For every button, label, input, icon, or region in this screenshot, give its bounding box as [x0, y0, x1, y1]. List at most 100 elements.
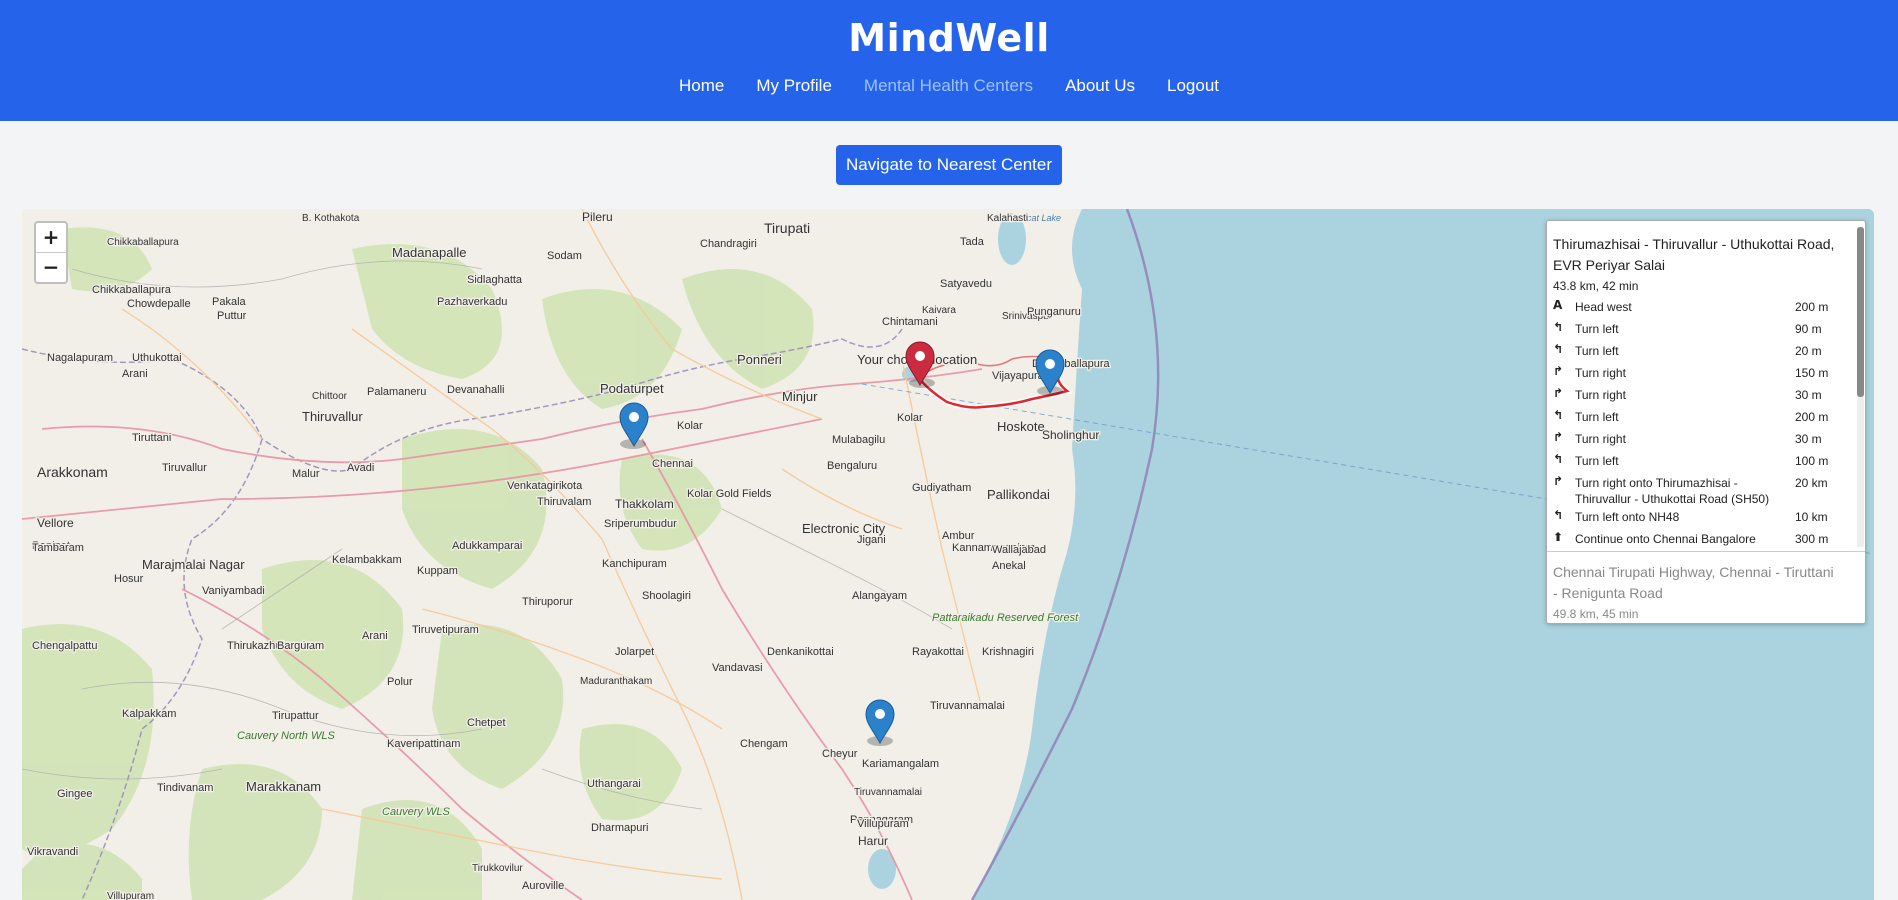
place-label: Chengam	[740, 738, 788, 750]
place-label: Bengaluru	[827, 460, 877, 472]
zoom-out-button[interactable]: −	[36, 252, 66, 282]
main-nav: Home My Profile Mental Health Centers Ab…	[0, 76, 1898, 96]
place-label: Arani	[362, 630, 388, 642]
place-label: Punganuru	[1027, 306, 1081, 318]
place-label: Tirupattur	[272, 710, 319, 722]
place-label: Chennai	[652, 458, 693, 470]
instructions-scrollbar[interactable]	[1857, 227, 1864, 547]
route-instructions: A Head west 200 m ↰ Turn left 90 m ↰ Turn left 2…	[1547, 297, 1865, 551]
place-label: Madanapalle	[392, 245, 466, 260]
instruction-distance: 30 m	[1795, 388, 1822, 402]
instruction-text: Turn right onto Thirumazhisai - Thiruval…	[1575, 476, 1770, 506]
nav-home[interactable]: Home	[679, 76, 724, 96]
place-label: Dharmapuri	[591, 822, 648, 834]
instruction-distance: 200 m	[1795, 300, 1829, 314]
route-instruction[interactable]: ↰ Turn left 200 m	[1553, 407, 1851, 429]
turn-left-icon: ↰	[1553, 408, 1564, 422]
place-label: Kolar	[677, 420, 703, 432]
place-label: Tiruvannamalai	[930, 700, 1005, 712]
route-instruction[interactable]: ⬆ Continue onto Chennai Bangalore 300 m	[1553, 529, 1851, 551]
route-alternative-secondary[interactable]: Chennai Tirupati Highway, Chennai - Tiru…	[1547, 551, 1865, 623]
nav-about-us[interactable]: About Us	[1065, 76, 1135, 96]
route-instruction[interactable]: ↰ Turn left 20 m	[1553, 341, 1851, 363]
place-label: Minjur	[782, 389, 818, 404]
scrollbar-thumb[interactable]	[1857, 227, 1864, 397]
place-label: Alangayam	[852, 590, 907, 602]
place-label: Uthukottai	[132, 352, 182, 364]
place-label: Pattaraikadu Reserved Forest	[932, 612, 1079, 624]
route-instruction[interactable]: ↰ Turn left 90 m	[1553, 319, 1851, 341]
place-label: Tindivanam	[157, 782, 213, 794]
place-label: Maduranthakam	[580, 676, 652, 687]
place-label: Arani	[122, 368, 148, 380]
place-label: Venkatagirikota	[507, 480, 583, 492]
instruction-distance: 20 m	[1795, 344, 1822, 358]
place-label: Podaturpet	[600, 381, 664, 396]
instruction-text: Turn left	[1575, 322, 1619, 336]
place-label: Sholinghur	[1042, 428, 1099, 442]
place-label: Vandavasi	[712, 662, 763, 674]
depart-icon: A	[1553, 298, 1563, 312]
place-label: Adukkamparai	[452, 540, 522, 552]
nav-my-profile[interactable]: My Profile	[756, 76, 832, 96]
place-label: Thiruvallur	[302, 409, 363, 424]
instruction-text: Turn left onto NH48	[1575, 510, 1680, 524]
turn-left-icon: ↰	[1553, 320, 1564, 334]
map[interactable]: B. Kothakota Pileru Tirupati Pulicat Lake Ta…	[22, 209, 1874, 900]
zoom-in-button[interactable]: +	[36, 223, 66, 252]
place-label: Kaveripattinam	[387, 738, 460, 750]
instruction-text: Head west	[1575, 300, 1632, 314]
place-label: Kaivara	[922, 305, 956, 316]
instruction-text: Turn right	[1575, 388, 1626, 402]
route-instruction[interactable]: A Head west 200 m	[1553, 297, 1851, 319]
place-label: Cheyur	[822, 748, 858, 760]
instruction-distance: 20 km	[1795, 476, 1828, 490]
route-instruction[interactable]: ↱ Turn right 150 m	[1553, 363, 1851, 385]
place-label: Villupuram	[107, 891, 154, 900]
turn-left-icon: ↰	[1553, 342, 1564, 356]
navigate-nearest-center-button[interactable]: Navigate to Nearest Center	[836, 145, 1062, 185]
place-label: Nagalapuram	[47, 352, 113, 364]
place-label: Tiruttani	[132, 432, 171, 444]
route-instruction[interactable]: ↱ Turn right 30 m	[1553, 385, 1851, 407]
instruction-text: Turn right	[1575, 366, 1626, 380]
turn-left-icon: ↰	[1553, 452, 1564, 466]
route-alternative-primary[interactable]: Thirumazhisai - Thiruvallur - Uthukottai…	[1547, 221, 1865, 551]
zoom-control: + −	[34, 221, 68, 284]
place-label: Gudiyatham	[912, 482, 971, 494]
place-label: Anekal	[992, 560, 1026, 572]
center-marker-vellore[interactable]	[619, 402, 649, 449]
place-label: Kariamangalam	[862, 758, 939, 770]
place-label: Sodam	[547, 250, 582, 262]
place-label: Jolarpet	[615, 646, 654, 658]
center-marker-puducherry[interactable]	[865, 699, 895, 746]
route-instruction[interactable]: ↰ Turn left 100 m	[1553, 451, 1851, 473]
route-instruction[interactable]: ↱ Turn right onto Thirumazhisai - Thiruva…	[1553, 473, 1851, 507]
chosen-location-marker[interactable]	[905, 341, 935, 388]
nav-mental-health-centers[interactable]: Mental Health Centers	[864, 76, 1033, 96]
route-name: Thirumazhisai - Thiruvallur - Uthukottai…	[1553, 236, 1835, 273]
route-instruction[interactable]: ↱ Turn right 30 m	[1553, 429, 1851, 451]
turn-right-icon: ↱	[1553, 386, 1564, 400]
place-label: Ponneri	[737, 352, 782, 367]
place-label: Hoskote	[997, 419, 1045, 434]
place-label: Shoolagiri	[642, 590, 691, 602]
place-label: Villupuram	[857, 818, 909, 830]
nav-logout[interactable]: Logout	[1167, 76, 1219, 96]
place-label: Gingee	[57, 788, 92, 800]
turn-right-icon: ↱	[1553, 430, 1564, 444]
route-instruction[interactable]: ↰ Turn left onto NH48 10 km	[1553, 507, 1851, 529]
place-label: Kanchipuram	[602, 558, 667, 570]
instruction-text: Turn left	[1575, 454, 1619, 468]
instruction-text: Turn left	[1575, 410, 1619, 424]
center-marker-chennai[interactable]	[1035, 349, 1065, 396]
place-label: Tiruvetipuram	[412, 624, 479, 636]
place-label: Rayakottai	[912, 646, 964, 658]
place-label: Thiruvalam	[537, 496, 591, 508]
instruction-text: Turn right	[1575, 432, 1626, 446]
place-label: Palamaneru	[367, 386, 426, 398]
place-label: Thakkolam	[615, 497, 674, 511]
site-logo[interactable]: MindWell	[0, 16, 1898, 60]
place-label: Avadi	[347, 462, 374, 474]
place-label: Ambur	[942, 530, 975, 542]
